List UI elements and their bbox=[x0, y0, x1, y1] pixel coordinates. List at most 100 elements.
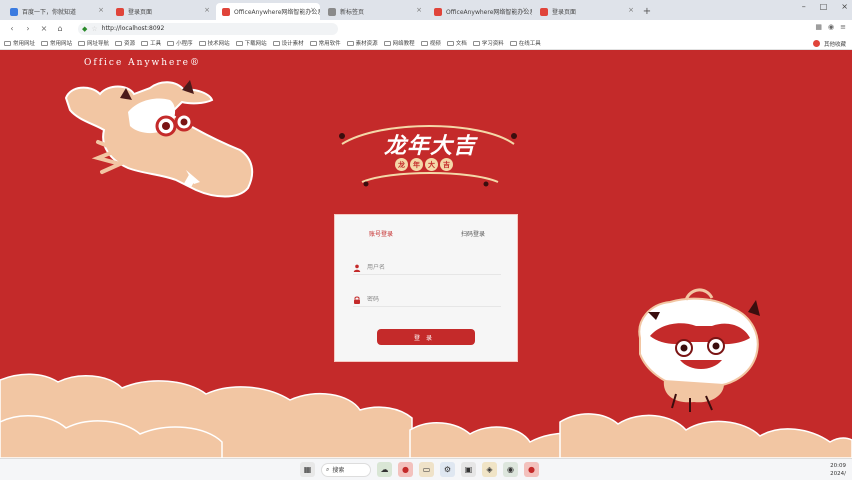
username-input[interactable] bbox=[367, 264, 487, 271]
bookmark-folder[interactable]: 常用软件 bbox=[309, 39, 341, 47]
hero-banner: 龙年大吉 龙 年 大 吉 bbox=[340, 128, 520, 190]
forward-icon[interactable]: › bbox=[22, 24, 34, 33]
close-icon[interactable]: × bbox=[522, 6, 528, 14]
bookmark-label: 网址导航 bbox=[87, 41, 110, 47]
folder-icon bbox=[198, 40, 206, 46]
bookmark-folder[interactable]: 在线工具 bbox=[509, 39, 541, 47]
bookmark-label: 学习资料 bbox=[481, 41, 504, 47]
folder-icon bbox=[167, 40, 175, 46]
shield-icon: ◆ bbox=[82, 24, 88, 33]
browser-tab-strip: 百度一下，你就知道 × 登录页面 × OfficeAnywhere网络智能办公系统 ×… bbox=[0, 0, 852, 20]
store-app-icon[interactable]: ◈ bbox=[482, 462, 497, 477]
browser-tab-label: OfficeAnywhere网络智能办公系统 bbox=[446, 9, 532, 16]
extensions-icon[interactable]: ▦ bbox=[815, 23, 822, 31]
browser-tab-active[interactable]: OfficeAnywhere网络智能办公系统 × bbox=[216, 3, 320, 20]
taskbar-icons: ▦ ⌕ 搜索 ☁ ● ▭ ⚙ ▣ ◈ ◉ ● bbox=[300, 462, 539, 477]
minimize-button[interactable]: – bbox=[802, 2, 806, 11]
bookmark-folder[interactable]: 文档 bbox=[446, 39, 467, 47]
photos-app-icon[interactable]: ▣ bbox=[461, 462, 476, 477]
bookmark-folder[interactable]: 常用网站 bbox=[41, 39, 72, 47]
browser-tab-label: 登录页面 bbox=[128, 9, 153, 16]
bookmark-folder[interactable]: 下载网站 bbox=[235, 39, 267, 47]
bookmarks-bar: 常用网址 常用网站 网址导航 资源 工具 小程序 技术网站 下载网站 设计素材 … bbox=[0, 37, 852, 50]
browser-tab[interactable]: 登录页面 × bbox=[534, 3, 638, 20]
bookmark-folder[interactable]: 素材资源 bbox=[346, 39, 378, 47]
close-icon[interactable]: × bbox=[416, 6, 422, 14]
bookmark-label: 小程序 bbox=[176, 41, 193, 47]
home-icon[interactable]: ⌂ bbox=[54, 24, 66, 33]
bookmark-label: 常用软件 bbox=[318, 41, 341, 47]
chat-app-icon[interactable]: ◉ bbox=[503, 462, 518, 477]
bookmark-label: 下载网站 bbox=[244, 41, 267, 47]
close-icon[interactable]: × bbox=[38, 24, 50, 33]
star-icon[interactable]: ☆ bbox=[91, 25, 97, 33]
folder-icon bbox=[309, 40, 317, 46]
folder-icon bbox=[420, 40, 428, 46]
browser-tab[interactable]: 百度一下，你就知道 × bbox=[4, 3, 108, 20]
folder-icon bbox=[115, 40, 123, 46]
close-icon[interactable]: × bbox=[310, 6, 316, 14]
close-icon[interactable]: × bbox=[628, 6, 634, 14]
other-bookmarks-label: 其他收藏 bbox=[823, 42, 846, 48]
user-icon bbox=[353, 264, 361, 272]
bookmark-folder[interactable]: 设计素材 bbox=[272, 39, 304, 47]
close-icon[interactable]: × bbox=[204, 6, 210, 14]
lion-dance-right-icon bbox=[638, 288, 760, 412]
maximize-button[interactable]: □ bbox=[820, 2, 828, 11]
folder-icon bbox=[346, 40, 354, 46]
oa-favicon-icon bbox=[222, 8, 230, 16]
close-icon[interactable]: × bbox=[98, 6, 104, 14]
bookmark-folder[interactable]: 学习资料 bbox=[472, 39, 504, 47]
browser-tab[interactable]: 新标签页 × bbox=[322, 3, 426, 20]
bookmark-folder[interactable]: 网络教程 bbox=[383, 39, 415, 47]
bookmark-folder[interactable]: 资源 bbox=[115, 39, 135, 47]
bookmark-label: 网络教程 bbox=[392, 41, 415, 47]
folder-icon bbox=[4, 40, 11, 46]
start-icon[interactable]: ▦ bbox=[300, 462, 315, 477]
media-app-icon[interactable]: ● bbox=[524, 462, 539, 477]
tab-account-login[interactable]: 账号登录 bbox=[335, 229, 427, 238]
browser-tab[interactable]: 登录页面 × bbox=[110, 3, 214, 20]
bookmark-folder[interactable]: 技术网站 bbox=[198, 39, 230, 47]
bookmark-folder[interactable]: 视频 bbox=[420, 39, 441, 47]
other-bookmarks[interactable]: 其他收藏 bbox=[812, 40, 846, 48]
bookmark-label: 素材资源 bbox=[355, 41, 378, 47]
bookmark-label: 常用网址 bbox=[13, 41, 36, 47]
hero-title: 龙年大吉 bbox=[383, 133, 476, 159]
bookmark-folder[interactable]: 网址导航 bbox=[78, 39, 109, 47]
folder-icon bbox=[141, 40, 149, 46]
bookmark-folder[interactable]: 常用网址 bbox=[4, 39, 35, 47]
address-bar[interactable]: ◆ ☆ http://localhost:8092 bbox=[78, 22, 338, 35]
folder-icon bbox=[272, 40, 280, 46]
bookmark-label: 常用网站 bbox=[50, 41, 73, 47]
taskbar-clock[interactable]: 20:09 2024/ bbox=[830, 462, 846, 478]
bookmark-label: 技术网站 bbox=[207, 41, 230, 47]
login-button[interactable]: 登录 bbox=[377, 329, 475, 345]
bookmark-label: 视频 bbox=[429, 41, 441, 47]
folder-app-icon[interactable]: ▭ bbox=[419, 462, 434, 477]
back-icon[interactable]: ‹ bbox=[6, 24, 18, 33]
widgets-icon[interactable]: ☁ bbox=[377, 462, 392, 477]
login-tabs: 账号登录 扫码登录 bbox=[335, 229, 519, 238]
bookmark-label: 资源 bbox=[124, 41, 136, 47]
bookmark-folder[interactable]: 工具 bbox=[141, 39, 161, 47]
browser-tab-label: 登录页面 bbox=[552, 9, 577, 16]
address-text[interactable]: http://localhost:8092 bbox=[102, 25, 165, 32]
password-input[interactable] bbox=[367, 296, 487, 303]
browser-tab[interactable]: OfficeAnywhere网络智能办公系统 × bbox=[428, 3, 532, 20]
taskbar-search[interactable]: ⌕ 搜索 bbox=[321, 462, 371, 477]
hero-seal: 吉 bbox=[440, 158, 453, 171]
login-card: 账号登录 扫码登录 登录 bbox=[334, 214, 518, 362]
username-field[interactable] bbox=[353, 261, 501, 275]
settings-app-icon[interactable]: ⚙ bbox=[440, 462, 455, 477]
close-window-button[interactable]: × bbox=[841, 2, 848, 11]
folder-icon bbox=[472, 40, 480, 46]
menu-icon[interactable]: ≡ bbox=[840, 23, 846, 31]
bookmark-folder[interactable]: 小程序 bbox=[167, 39, 193, 47]
password-field[interactable] bbox=[353, 293, 501, 307]
tab-qrcode-login[interactable]: 扫码登录 bbox=[427, 229, 519, 238]
profile-icon[interactable]: ◉ bbox=[828, 23, 834, 31]
bookmark-label: 文档 bbox=[455, 41, 467, 47]
browser-app-icon[interactable]: ● bbox=[398, 462, 413, 477]
new-tab-button[interactable]: + bbox=[640, 3, 654, 20]
